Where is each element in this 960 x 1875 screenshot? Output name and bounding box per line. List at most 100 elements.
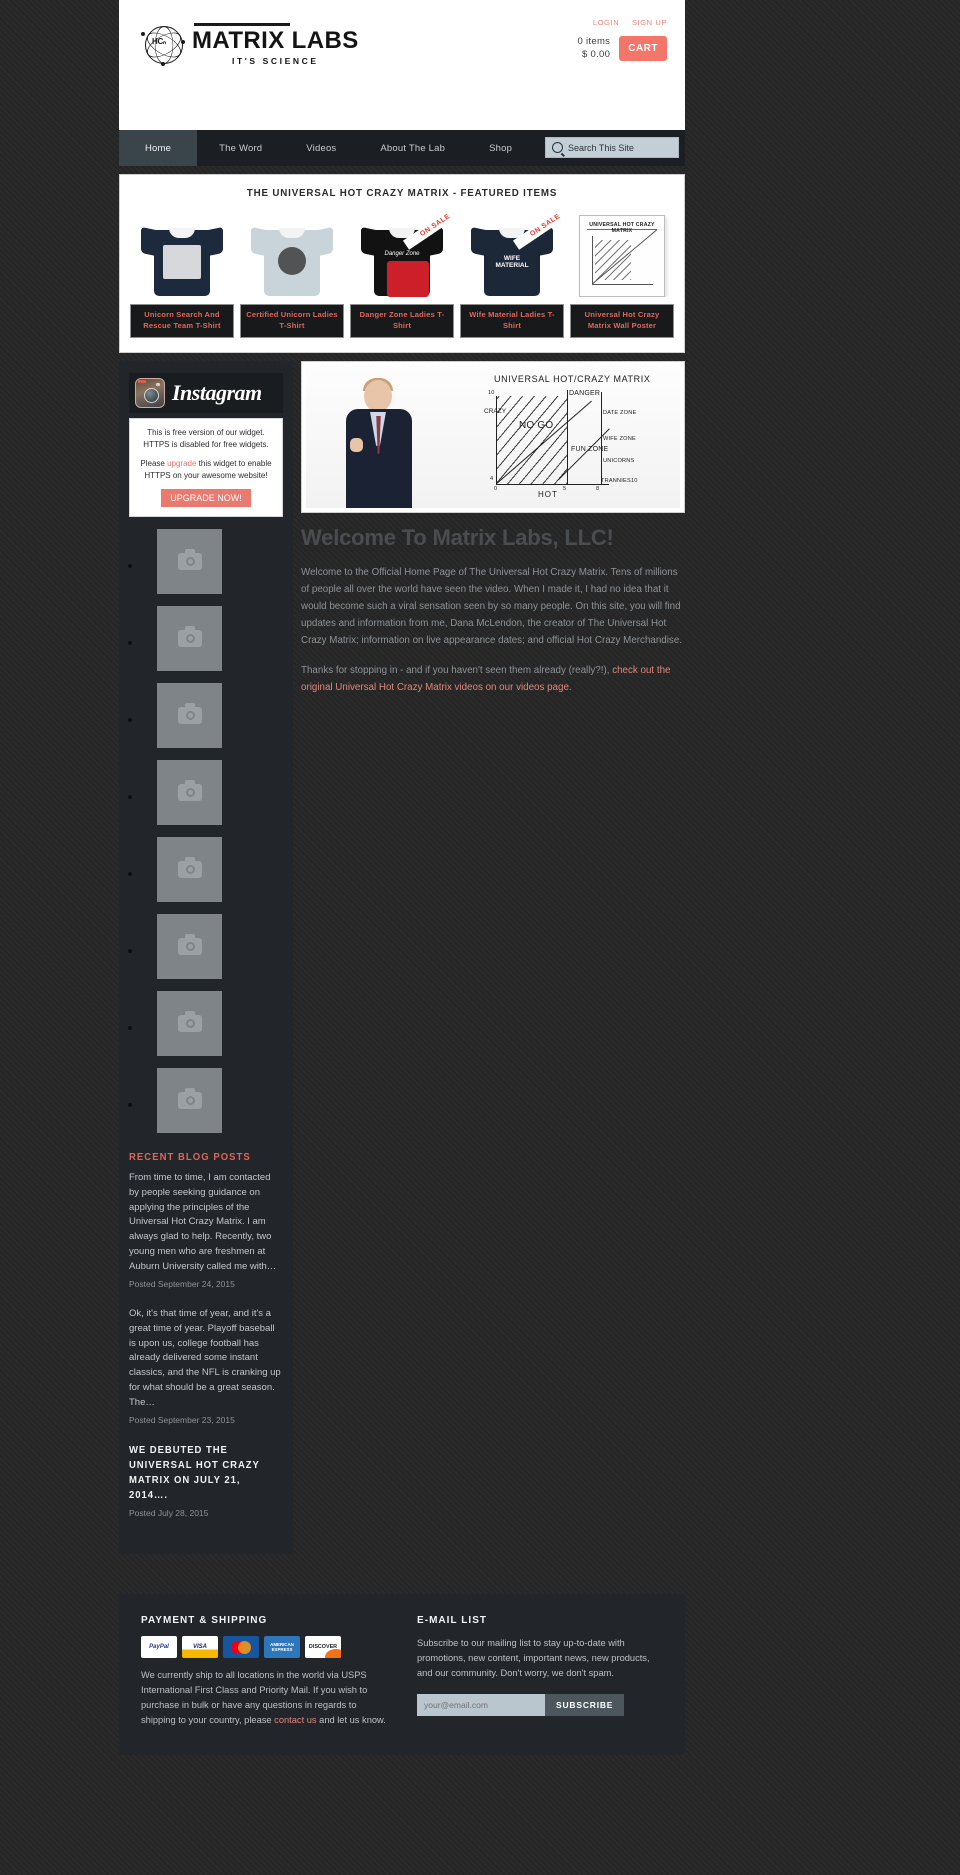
photo-placeholder[interactable] <box>157 990 222 1056</box>
camera-icon <box>177 1010 202 1032</box>
nav-item-videos[interactable]: Videos <box>284 130 358 166</box>
list-item[interactable] <box>143 1067 283 1133</box>
mastercard-icon <box>223 1636 259 1659</box>
site-footer: PAYMENT & SHIPPING PayPal VISA AMERICAN … <box>119 1594 685 1755</box>
amex-icon: AMERICAN EXPRESS <box>264 1636 300 1659</box>
shipping-text: We currently ship to all locations in th… <box>141 1668 387 1728</box>
site-logo[interactable]: HCₙ MATRIX LABS IT'S SCIENCE <box>141 22 359 66</box>
product-image: UNIVERSAL HOT CRAZY MATRIX <box>570 211 674 297</box>
cart-button[interactable]: CART <box>619 36 667 62</box>
list-item[interactable] <box>143 528 283 594</box>
product-image <box>130 211 234 297</box>
photo-placeholder[interactable] <box>157 913 222 979</box>
product-card[interactable]: Danger Zone ON SALE Danger Zone Ladies T… <box>350 211 454 338</box>
camera-icon <box>177 625 202 647</box>
y-tick-4: 4 <box>490 475 494 482</box>
photo-placeholder[interactable] <box>157 682 222 748</box>
product-card[interactable]: WIFE MATERIAL ON SALE Wife Material Ladie… <box>460 211 564 338</box>
login-link[interactable]: LOGIN <box>593 18 619 27</box>
x-tick-5: 5 <box>563 485 567 492</box>
contact-us-link[interactable]: contact us <box>274 1715 316 1725</box>
blog-post-date: Posted July 28, 2015 <box>129 1508 209 1519</box>
tshirt-graphic <box>141 221 223 297</box>
x-tick-10: 10 <box>631 477 638 484</box>
whiteboard-image: UNIVERSAL HOT/CRAZY MATRIX CRAZY HOT NO … <box>306 365 680 508</box>
blog-post-excerpt[interactable]: Ok, it's that time of year, and it's a g… <box>129 1307 283 1410</box>
email-list-text: Subscribe to our mailing list to stay up… <box>417 1638 650 1679</box>
x-tick-8: 8 <box>596 485 600 492</box>
shipping-text-post: and let us know. <box>316 1715 386 1726</box>
logo-mark-text: HCₙ <box>152 37 166 46</box>
list-item[interactable] <box>143 605 283 671</box>
camera-icon <box>177 933 202 955</box>
list-item[interactable] <box>143 913 283 979</box>
product-image: WIFE MATERIAL ON SALE <box>460 211 564 297</box>
photo-placeholder[interactable] <box>157 1067 222 1133</box>
page-root: HCₙ MATRIX LABS IT'S SCIENCE LOGIN SIGN … <box>0 0 960 1875</box>
logo-wordmark: MATRIX LABS IT'S SCIENCE <box>192 22 359 66</box>
hero-image-frame: UNIVERSAL HOT/CRAZY MATRIX CRAZY HOT NO … <box>301 360 685 513</box>
camera-icon <box>177 779 202 801</box>
zone-label-danger: DANGER <box>569 389 601 397</box>
whiteboard-y-axis-label: CRAZY <box>484 407 507 415</box>
presenter-figure <box>344 377 418 508</box>
upgrade-link[interactable]: upgrade <box>167 459 196 468</box>
photo-placeholder[interactable] <box>157 759 222 825</box>
photo-placeholder[interactable] <box>157 528 222 594</box>
sidebar: Instagram This is free version of our wi… <box>119 360 293 1555</box>
instagram-wordmark: Instagram <box>172 379 262 405</box>
camera-icon <box>177 856 202 878</box>
closing-text: Thanks for stopping in - and if you have… <box>301 665 613 677</box>
product-image <box>240 211 344 297</box>
product-name: Certified Unicorn Ladies T-Shirt <box>240 304 344 338</box>
product-card[interactable]: Certified Unicorn Ladies T-Shirt <box>240 211 344 338</box>
nav-item-shop[interactable]: Shop <box>467 130 534 166</box>
site-shell: HCₙ MATRIX LABS IT'S SCIENCE LOGIN SIGN … <box>119 0 685 1755</box>
logo-rule <box>194 22 290 26</box>
atom-logo-icon: HCₙ <box>141 22 186 66</box>
product-card[interactable]: Unicorn Search And Rescue Team T-Shirt <box>130 211 234 338</box>
whiteboard-title: UNIVERSAL HOT/CRAZY MATRIX <box>494 373 651 384</box>
blog-post-title[interactable]: WE DEBUTED THE UNIVERSAL HOT CRAZY MATRI… <box>129 1443 275 1503</box>
photo-placeholder[interactable] <box>157 836 222 902</box>
page-title: Welcome To Matrix Labs, LLC! <box>301 524 614 550</box>
email-list-column: E-MAIL LIST Subscribe to our mailing lis… <box>417 1614 663 1728</box>
blog-post-excerpt[interactable]: From time to time, I am contacted by peo… <box>129 1171 283 1274</box>
list-item[interactable] <box>143 990 283 1056</box>
upgrade-now-button[interactable]: UPGRADE NOW! <box>161 488 251 507</box>
search-input[interactable]: Search This Site <box>568 143 634 153</box>
featured-items-section: THE UNIVERSAL HOT CRAZY MATRIX - FEATURE… <box>119 174 685 353</box>
nav-item-about-the-lab[interactable]: About The Lab <box>358 130 467 166</box>
nav-item-home[interactable]: Home <box>119 130 198 166</box>
account-links: LOGIN SIGN UP <box>577 18 667 27</box>
cart-item-count: 0 items <box>577 36 611 47</box>
product-name: Wife Material Ladies T-Shirt <box>460 304 564 338</box>
whiteboard-axes: NO GO FUN ZONE DANGER DATE ZONE WIFE ZON… <box>488 389 637 492</box>
nav-item-the-word[interactable]: The Word <box>197 130 284 166</box>
product-name: Universal Hot Crazy Matrix Wall Poster <box>570 304 674 338</box>
subscribe-button[interactable]: SUBSCRIBE <box>545 1694 625 1717</box>
camera-icon <box>177 702 202 724</box>
zone-label-wife-zone: WIFE ZONE <box>603 435 636 442</box>
search-box[interactable]: Search This Site <box>545 137 679 158</box>
zone-label-trannies: TRANNIES <box>601 477 631 484</box>
signup-link[interactable]: SIGN UP <box>632 18 667 27</box>
email-list-heading: E-MAIL LIST <box>417 1614 488 1627</box>
email-field[interactable] <box>417 1694 545 1717</box>
list-item[interactable] <box>143 682 283 748</box>
subscribe-form: SUBSCRIBE <box>417 1694 663 1717</box>
poster-graphic: UNIVERSAL HOT CRAZY MATRIX <box>579 215 665 297</box>
payment-heading: PAYMENT & SHIPPING <box>141 1614 268 1627</box>
blog-post-date: Posted September 23, 2015 <box>129 1415 235 1426</box>
discover-icon: DISCOVER <box>305 1636 341 1659</box>
instagram-widget-notice: This is free version of our widget. HTTP… <box>129 417 283 517</box>
logo-title: MATRIX LABS <box>192 26 359 54</box>
list-item[interactable] <box>143 759 283 825</box>
logo-tagline: IT'S SCIENCE <box>232 55 319 66</box>
list-item[interactable] <box>143 836 283 902</box>
x-tick-0: 0 <box>494 485 498 492</box>
photo-placeholder[interactable] <box>157 605 222 671</box>
main-navigation: Home The Word Videos About The Lab Shop … <box>119 130 685 166</box>
instagram-header: Instagram <box>129 372 283 413</box>
product-card[interactable]: UNIVERSAL HOT CRAZY MATRIX Universal Hot… <box>570 211 674 338</box>
